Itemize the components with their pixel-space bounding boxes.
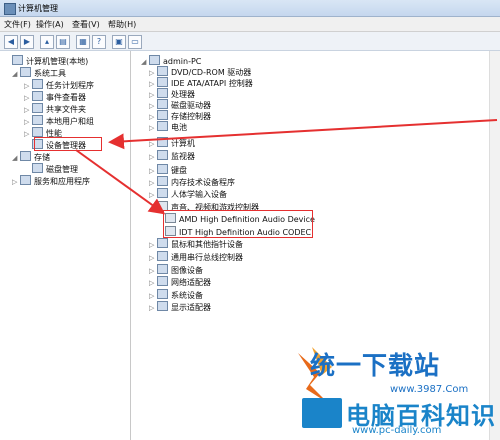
keyboard-icon: [157, 164, 168, 174]
computer-icon: [12, 55, 23, 65]
tree-node-local-users[interactable]: ▷ 本地用户和组: [24, 115, 94, 126]
menu-help[interactable]: 帮助(H): [108, 19, 136, 30]
device-category-monitors[interactable]: ▷ 监视器: [149, 150, 195, 161]
tools-icon: [20, 67, 31, 77]
usb-icon: [157, 251, 168, 261]
watermark-brand: 统一下载站: [310, 351, 441, 380]
tree-node-system-tools[interactable]: ◢ 系统工具: [12, 67, 66, 78]
audio-devices-highlight: [163, 210, 313, 238]
title-bar: 计算机管理: [0, 0, 500, 17]
device-category-ide[interactable]: ▷ IDE ATA/ATAPI 控制器: [149, 77, 253, 88]
device-category-system[interactable]: ▷ 系统设备: [149, 289, 203, 300]
disk-icon: [32, 163, 43, 173]
mouse-icon: [157, 238, 168, 248]
menu-action[interactable]: 操作(A): [36, 19, 64, 30]
processor-icon: [157, 88, 168, 98]
clock-icon: [32, 79, 43, 89]
monitor-icon[interactable]: ▭: [128, 35, 142, 49]
tree-node-event-viewer[interactable]: ▷ 事件查看器: [24, 91, 86, 102]
menu-file[interactable]: 文件(F): [4, 19, 31, 30]
computer-management-icon: [4, 3, 16, 15]
window-title: 计算机管理: [18, 4, 58, 13]
event-log-icon: [32, 91, 43, 101]
show-tree-icon[interactable]: ▤: [56, 35, 70, 49]
tree-node-disk-management[interactable]: 磁盘管理: [24, 163, 78, 174]
tree-node-shared-folders[interactable]: ▷ 共享文件夹: [24, 103, 86, 114]
help-icon[interactable]: ?: [92, 35, 106, 49]
device-category-usb[interactable]: ▷ 通用串行总线控制器: [149, 251, 243, 262]
computer-icon: [149, 55, 160, 65]
device-category-battery[interactable]: ▷ 电池: [149, 121, 187, 132]
forward-icon[interactable]: ▶: [20, 35, 34, 49]
device-category-memory-tech[interactable]: ▷ 内存技术设备程序: [149, 176, 235, 187]
camera-icon: [157, 264, 168, 274]
system-device-icon: [157, 289, 168, 299]
menu-view[interactable]: 查看(V): [72, 19, 100, 30]
watermark-url: www.3987.Com: [390, 384, 469, 395]
storage-icon: [20, 151, 31, 161]
back-icon[interactable]: ◀: [4, 35, 18, 49]
device-manager-highlight: [34, 137, 102, 151]
device-root-admin-pc[interactable]: ◢ admin-PC: [141, 55, 201, 66]
watermark-url-2: www.pc-daily.com: [352, 425, 442, 436]
toolbar: ◀ ▶ ▴ ▤ ▦ ? ▣ ▭: [0, 32, 500, 51]
device-category-mice[interactable]: ▷ 鼠标和其他指针设备: [149, 238, 243, 249]
network-adapter-icon: [157, 276, 168, 286]
tree-node-task-scheduler[interactable]: ▷ 任务计划程序: [24, 79, 94, 90]
users-icon: [32, 115, 43, 125]
battery-icon: [157, 121, 168, 131]
console-tree-pane: 计算机管理(本地) ◢ 系统工具 ▷ 任务计划程序 ▷ 事件查看器 ▷ 共享文件夹 ▷ 本…: [0, 51, 131, 440]
up-folder-icon[interactable]: ▴: [40, 35, 54, 49]
disk-drive-icon: [157, 99, 168, 109]
device-category-dvd[interactable]: ▷ DVD/CD-ROM 驱动器: [149, 66, 251, 77]
device-category-imaging[interactable]: ▷ 图像设备: [149, 264, 203, 275]
folder-icon: [32, 103, 43, 113]
tree-node-storage[interactable]: ◢ 存储: [12, 151, 50, 162]
services-icon: [20, 175, 31, 185]
device-category-processor[interactable]: ▷ 处理器: [149, 88, 195, 99]
tree-node-services-apps[interactable]: ▷ 服务和应用程序: [12, 175, 90, 186]
storage-controller-icon: [157, 110, 168, 120]
device-category-computer[interactable]: ▷ 计算机: [149, 137, 195, 148]
device-category-display[interactable]: ▷ 显示适配器: [149, 301, 211, 312]
device-category-hid[interactable]: ▷ 人体学输入设备: [149, 188, 227, 199]
device-category-network[interactable]: ▷ 网络适配器: [149, 276, 211, 287]
computer-icon: [157, 137, 168, 147]
ide-controller-icon: [157, 77, 168, 87]
monitor-icon: [157, 150, 168, 160]
performance-icon: [32, 127, 43, 137]
device-category-keyboards[interactable]: ▷ 键盘: [149, 164, 187, 175]
device-category-disk-drives[interactable]: ▷ 磁盘驱动器: [149, 99, 211, 110]
device-category-storage-controllers[interactable]: ▷ 存储控制器: [149, 110, 211, 121]
view-icon[interactable]: ▣: [112, 35, 126, 49]
hid-icon: [157, 188, 168, 198]
vertical-scrollbar[interactable]: [489, 51, 500, 440]
menu-bar: 文件(F) 操作(A) 查看(V) 帮助(H): [0, 17, 500, 32]
dvd-drive-icon: [157, 66, 168, 76]
tree-node-computer-management[interactable]: 计算机管理(本地): [4, 55, 88, 66]
properties-icon[interactable]: ▦: [76, 35, 90, 49]
watermark-monitor-icon: [302, 398, 342, 428]
memory-device-icon: [157, 176, 168, 186]
display-adapter-icon: [157, 301, 168, 311]
